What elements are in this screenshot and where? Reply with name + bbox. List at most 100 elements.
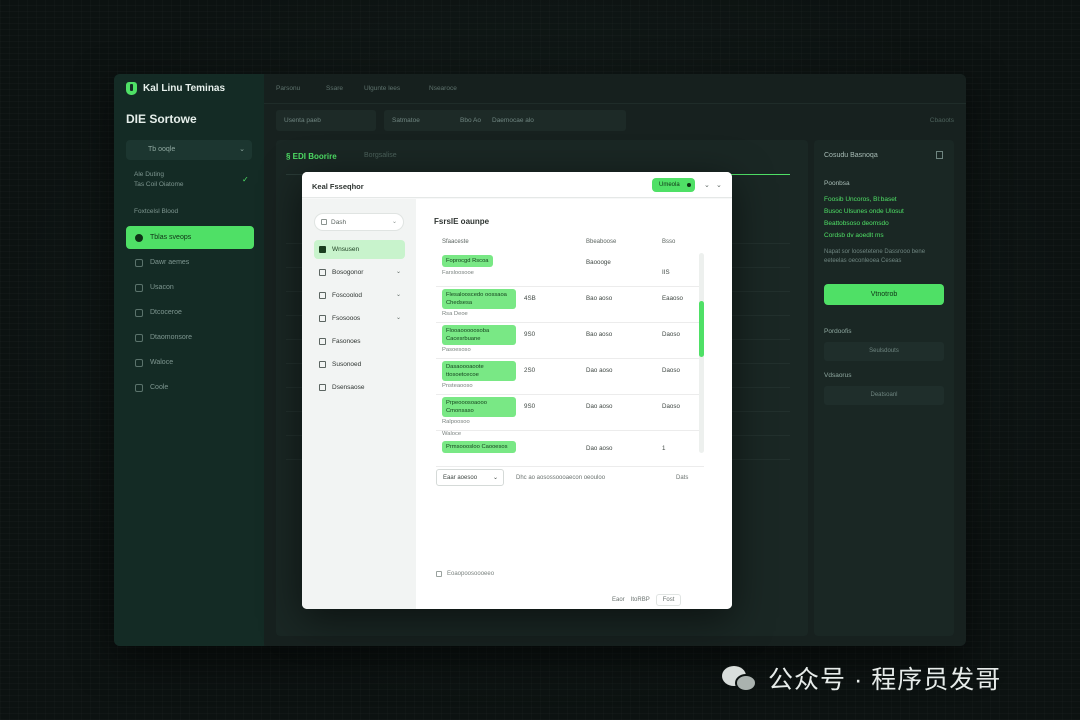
- filter-select[interactable]: Satmatoe Bbo Ao Daemocae alo: [384, 110, 626, 131]
- sidebar-item[interactable]: Dawr aemes: [126, 251, 254, 274]
- check-icon: ✓: [242, 175, 249, 184]
- chevron-down-icon[interactable]: ⌄: [716, 181, 722, 189]
- checkbox[interactable]: Eoaopoosoooeeo: [436, 571, 494, 577]
- row-cell: Daoso: [662, 403, 680, 410]
- modal-nav-item[interactable]: Fsosooos ⌄: [314, 309, 405, 328]
- detail-line: Cordsb dv aoedlt ms: [824, 232, 884, 239]
- right-panel-option[interactable]: Deatsoanl: [824, 386, 944, 405]
- sidebar-item-label: Waloce: [150, 359, 174, 366]
- table-row[interactable]: Prpeooosoaooo Cmonsaso Ralpoosoo 9S0 Dao…: [436, 395, 704, 431]
- row-subtext: Pnsteaooso: [442, 383, 473, 389]
- copy-icon[interactable]: [936, 151, 943, 159]
- nav-item-icon: [135, 283, 143, 292]
- modal-nav-item[interactable]: Susonoed: [314, 355, 405, 374]
- modal-nav-label: Wnsusen: [332, 246, 360, 253]
- watermark: 公众号 · 程序员发哥: [722, 660, 1001, 696]
- scrollbar-thumb[interactable]: [699, 301, 704, 357]
- row-cell: Dao aoso: [586, 367, 613, 374]
- brand[interactable]: Kal Linu Teminas: [126, 82, 225, 95]
- table-row[interactable]: Dasaoooaoote ttosoetcecoe Pnsteaooso 2S0…: [436, 359, 704, 395]
- modal-sidebar: Dash ⌄ Wnsusen Bosogonor ⌄ Foscoolod ⌄ Fso…: [302, 199, 416, 609]
- brand-name: Kal Linu Teminas: [143, 83, 226, 94]
- detail-line: Foosib Uncoros, Bl:baset: [824, 196, 897, 203]
- detail-line: Busoc Ulsunes onde Ulosut: [824, 208, 904, 215]
- app-logo-icon: [126, 82, 137, 95]
- detail-line: Beattobsoso deomsdo: [824, 220, 889, 227]
- table-row[interactable]: Flooaooooosoba Cacesrbuane Pasoesoso 9S0…: [436, 323, 704, 359]
- sidebar-item[interactable]: Tblas sveops: [126, 226, 254, 249]
- sidebar-info-line: Ale Duting: [134, 171, 164, 178]
- chevron-down-icon: ⌄: [395, 269, 401, 275]
- nav-item-icon: [135, 358, 143, 367]
- sidebar-item-label: Dtaomonsore: [150, 334, 193, 341]
- pager-select[interactable]: ItoRBP: [631, 597, 650, 603]
- modal-title: Keal Fsseqhor: [312, 182, 364, 191]
- sidebar-item[interactable]: Usacon: [126, 276, 254, 299]
- row-subtext: Pasoesoso: [442, 347, 471, 353]
- modal-content: FsrslE oaunpe Sfaaceste Bbeaboose Bsso F…: [416, 199, 732, 609]
- right-panel-label: Poonbsa: [824, 180, 850, 187]
- scrollbar[interactable]: [699, 253, 704, 453]
- modal-search[interactable]: Dash ⌄: [314, 213, 404, 231]
- pagination: Eaor ItoRBP Fost: [612, 594, 682, 606]
- dot-icon: [687, 183, 691, 187]
- footer-text: Dhc ao aosossoooaecon oeouloo: [516, 475, 606, 481]
- pager-button[interactable]: Fost: [655, 594, 682, 606]
- sidebar-info: Ale Duting Tas Coil Oiatome ✓: [134, 170, 249, 190]
- filter-input[interactable]: Usenta paeb: [276, 110, 376, 131]
- column-header[interactable]: Bbeaboose: [586, 239, 616, 245]
- row-cell: Bao aoso: [586, 295, 613, 302]
- modal-nav-item[interactable]: Bosogonor ⌄: [314, 263, 405, 282]
- row-cell: IIS: [662, 269, 670, 276]
- row-cell: Eaaoso: [662, 295, 683, 302]
- status-badge[interactable]: Umeola: [652, 178, 695, 192]
- nav-item-icon: [319, 361, 326, 368]
- column-header[interactable]: Bsso: [662, 239, 675, 245]
- top-nav-link[interactable]: Ssare: [326, 85, 343, 92]
- sidebar-item[interactable]: Dtcoceroe: [126, 301, 254, 324]
- nav-item-icon: [135, 383, 143, 392]
- sidebar-select[interactable]: Tb ooqle ⌄: [126, 140, 252, 160]
- right-panel-option[interactable]: Seulsdouts: [824, 342, 944, 361]
- top-nav-link[interactable]: Ulgunte lees: [364, 85, 400, 92]
- modal-nav-item[interactable]: Fasonoes: [314, 332, 405, 351]
- top-nav-link[interactable]: Nsearoce: [429, 85, 457, 92]
- nav-item-icon: [319, 338, 326, 345]
- chevron-down-icon: ⌄: [391, 219, 397, 225]
- nav-item-icon: [319, 384, 326, 391]
- nav-item-icon: [319, 315, 326, 322]
- modal-nav-item[interactable]: Wnsusen: [314, 240, 405, 259]
- row-tag: Prpeooosoaooo Cmonsaso: [442, 397, 516, 417]
- row-cell: 1: [662, 445, 666, 452]
- filter-right-label[interactable]: Cbaoots: [930, 117, 954, 124]
- modal-nav-item[interactable]: Dsensaose: [314, 378, 405, 397]
- chevron-down-icon[interactable]: ⌄: [704, 181, 710, 189]
- row-subtext: Rsa Deoe: [442, 311, 468, 317]
- primary-action-button[interactable]: Vtnotrob: [824, 284, 944, 305]
- sidebar-item-label: Tblas sveops: [150, 234, 192, 241]
- row-subtext: Farsloosooe: [442, 270, 474, 276]
- main-title: § EDI Boorire: [286, 152, 337, 161]
- column-header[interactable]: Sfaaceste: [442, 239, 469, 245]
- row-cell: Dao aoso: [586, 403, 613, 410]
- rows-per-page-select[interactable]: Eaar aoesoo ⌄: [436, 469, 504, 486]
- right-panel-title: Cosudu Basnoqa: [824, 152, 878, 159]
- footer-right-label[interactable]: Dats: [676, 475, 688, 481]
- row-number: 9S0: [524, 403, 536, 410]
- modal-nav-item[interactable]: Foscoolod ⌄: [314, 286, 405, 305]
- row-cell: Daoso: [662, 331, 680, 338]
- sidebar-item[interactable]: Coole: [126, 376, 254, 399]
- top-nav-link[interactable]: Parsonu: [276, 85, 300, 92]
- row-subtext: Ralpoosoo: [442, 419, 470, 425]
- checkbox-box[interactable]: [436, 571, 442, 577]
- right-panel-header: Cosudu Basnoqa: [824, 151, 943, 159]
- table-row[interactable]: Foprocgd Rscoa Farsloosooe Baoooge IIS: [436, 253, 704, 287]
- modal-header: Keal Fsseqhor Umeola ⌄ ⌄: [302, 172, 732, 198]
- table-row[interactable]: Flesalooscedo oossaoa Chedsesa Rsa Deoe …: [436, 287, 704, 323]
- modal-nav-label: Bosogonor: [332, 269, 364, 276]
- filter-select-value: Daemocae alo: [492, 117, 534, 124]
- table-row[interactable]: Prmsooosloo Caooesos Waloce Dao aoso 1: [436, 431, 704, 467]
- sidebar-item[interactable]: Waloce: [126, 351, 254, 374]
- sidebar-item[interactable]: Dtaomonsore: [126, 326, 254, 349]
- row-cell: Dao aoso: [586, 445, 613, 452]
